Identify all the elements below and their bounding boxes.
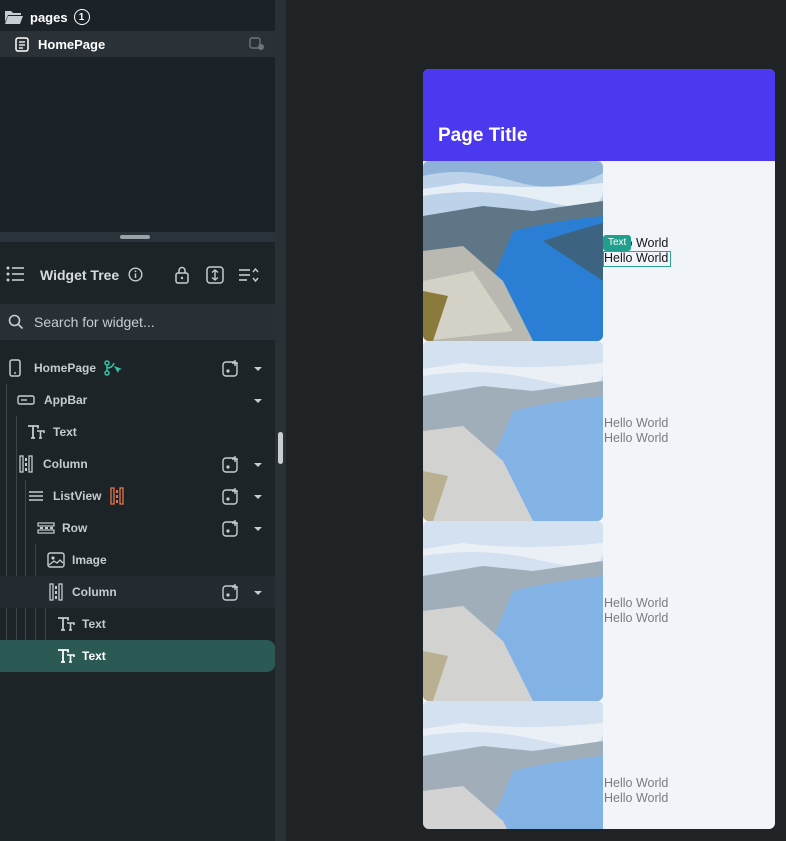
preview-text-line1[interactable]: Hello World (604, 776, 668, 791)
preview-list-row[interactable]: Hello World Hello World (423, 701, 775, 829)
branch-icon[interactable] (104, 360, 123, 376)
tree-row-selected (0, 640, 275, 672)
page-icon (15, 37, 29, 52)
tree-node-label: Column (72, 585, 117, 599)
flutterflow-editor: pages 1 HomePage Widget Tree Search for … (0, 0, 786, 841)
list-tree-icon (6, 266, 24, 282)
column-icon (49, 583, 63, 601)
listview-icon (29, 491, 43, 501)
tree-node-label: Image (72, 553, 107, 567)
pages-title: pages (30, 9, 68, 25)
text-type-icon (58, 617, 75, 631)
pages-count-badge: 1 (73, 9, 90, 25)
sort-options-icon[interactable] (238, 267, 260, 283)
widget-tree-title: Widget Tree (40, 267, 120, 283)
landscape-image[interactable] (423, 341, 603, 521)
chevron-down-icon[interactable] (254, 367, 262, 371)
text-type-icon (28, 425, 45, 439)
tree-node-appbar[interactable]: AppBar (17, 385, 87, 415)
add-child-icon[interactable] (222, 455, 240, 473)
tree-node-text[interactable]: Text (27, 417, 77, 447)
tree-node-label: Row (62, 521, 88, 535)
preview-list-row[interactable]: Hello World Hello World (423, 341, 775, 521)
left-panel: pages 1 HomePage Widget Tree Search for … (0, 0, 275, 841)
column-icon (19, 455, 33, 473)
tree-node-homepage[interactable]: HomePage (8, 353, 123, 383)
tree-node-label: Column (43, 457, 88, 471)
tree-node-row[interactable]: Row (37, 513, 87, 543)
pages-header[interactable]: pages 1 (0, 6, 90, 28)
selected-widget-chip: Text (603, 235, 632, 251)
add-child-icon[interactable] (222, 359, 240, 377)
phone-icon (9, 359, 21, 377)
page-item-homepage[interactable]: HomePage (0, 31, 275, 57)
page-item-label: HomePage (38, 36, 106, 52)
tree-node-text[interactable]: Text (57, 609, 106, 639)
preview-text-line2[interactable]: Hello World (604, 791, 668, 806)
add-child-icon[interactable] (222, 583, 240, 601)
preview-list-row[interactable]: Hello World Hello World (423, 161, 775, 341)
appbar-icon (17, 395, 35, 405)
tree-node-label: AppBar (44, 393, 88, 407)
pages-panel: pages 1 HomePage (0, 0, 275, 232)
phone-preview[interactable]: Page Title Hello World Hello World Text (423, 69, 775, 829)
chevron-down-icon[interactable] (254, 399, 262, 403)
preview-text-line1[interactable]: Hello World (604, 416, 668, 431)
landscape-image[interactable] (423, 701, 603, 829)
tree-guide-line (16, 416, 17, 672)
tree-node-listview[interactable]: ListView (28, 481, 125, 511)
tree-node-label: Text (82, 649, 106, 663)
tree-node-label: ListView (53, 489, 102, 503)
tree-node-text-selected[interactable]: Text (57, 641, 106, 671)
image-icon (47, 552, 65, 568)
preview-text-line2[interactable]: Hello World (604, 611, 668, 626)
info-icon[interactable] (128, 267, 143, 282)
row-icon (37, 522, 55, 534)
add-child-icon[interactable] (222, 487, 240, 505)
landscape-image[interactable] (423, 521, 603, 701)
preview-text-line1[interactable]: Hello World (604, 596, 668, 611)
selection-outline (603, 251, 671, 267)
folder-open-icon (5, 11, 23, 24)
chevron-down-icon[interactable] (254, 591, 262, 595)
tree-node-column-inner[interactable]: Column (49, 577, 117, 607)
tree-node-image[interactable]: Image (47, 545, 107, 575)
text-type-icon (58, 649, 75, 663)
widget-tree-header: Widget Tree (0, 242, 275, 304)
widget-search-input[interactable]: Search for widget... (0, 304, 275, 340)
panel-scrollbar[interactable] (275, 0, 286, 841)
page-settings-icon[interactable] (249, 37, 265, 51)
preview-text-line2[interactable]: Hello World (604, 431, 668, 446)
tree-node-column[interactable]: Column (19, 449, 88, 479)
search-placeholder: Search for widget... (34, 314, 155, 330)
lock-icon[interactable] (174, 266, 190, 284)
tree-node-label: HomePage (34, 361, 97, 375)
panel-scrollbar-thumb[interactable] (278, 432, 283, 464)
expand-vertical-icon[interactable] (206, 266, 224, 284)
preview-page-title[interactable]: Page Title (438, 125, 527, 147)
tree-node-label: Text (82, 617, 106, 631)
landscape-image[interactable] (423, 161, 603, 341)
panel-divider-handle[interactable] (120, 235, 150, 239)
preview-list-row[interactable]: Hello World Hello World (423, 521, 775, 701)
chevron-down-icon[interactable] (254, 463, 262, 467)
add-child-icon[interactable] (222, 519, 240, 537)
chevron-down-icon[interactable] (254, 527, 262, 531)
tree-node-label: Text (53, 425, 77, 439)
tree-guide-line (6, 384, 7, 672)
column-layout-warning-icon (110, 487, 125, 505)
search-icon (8, 314, 24, 330)
chevron-down-icon[interactable] (254, 495, 262, 499)
preview-appbar[interactable]: Page Title (423, 69, 775, 161)
